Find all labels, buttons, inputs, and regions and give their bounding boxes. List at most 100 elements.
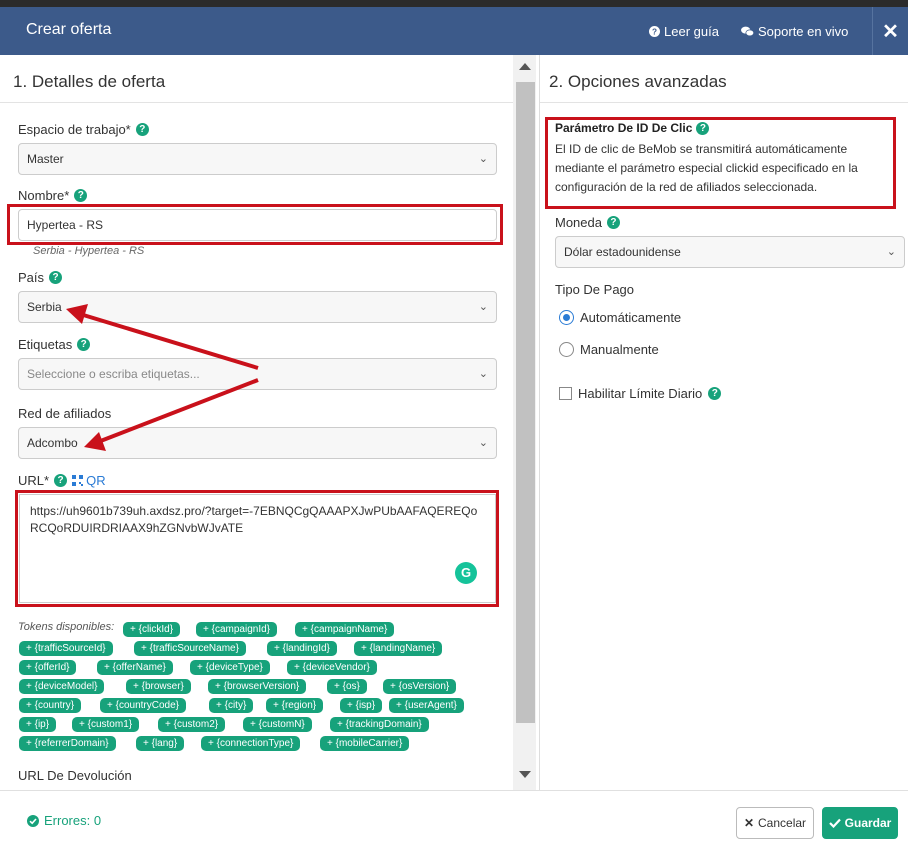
live-support-label: Soporte en vivo (758, 24, 849, 39)
currency-label: Moneda ? (555, 215, 620, 230)
errors-status: Errores: 0 (27, 813, 101, 828)
payment-type-label: Tipo De Pago (555, 282, 635, 297)
currency-label-text: Moneda (555, 215, 602, 230)
token-chip[interactable]: + {trafficSourceId} (19, 641, 113, 656)
token-chip[interactable]: + {userAgent} (389, 698, 464, 713)
token-chip[interactable]: + {city} (209, 698, 254, 713)
name-label-text: Nombre* (18, 188, 70, 203)
token-chip[interactable]: + {campaignName} (295, 622, 395, 637)
token-chip[interactable]: + {custom1} (72, 717, 140, 732)
help-icon[interactable]: ? (54, 474, 68, 487)
token-chip[interactable]: + {campaignId} (196, 622, 277, 637)
left-scrollbar[interactable] (513, 55, 536, 790)
postback-url-label: URL De Devolución (18, 768, 132, 783)
annotation-box-name (7, 204, 503, 245)
token-chip[interactable]: + {deviceVendor} (287, 660, 377, 675)
advanced-options-title: 2. Opciones avanzadas (549, 72, 727, 91)
workspace-select[interactable]: Master ⌄ (18, 143, 497, 175)
token-chip[interactable]: + {browserVersion} (208, 679, 307, 694)
country-label-text: País (18, 270, 45, 285)
country-label: País ? (18, 270, 63, 285)
payment-manual-radio[interactable]: Manualmente (559, 342, 659, 357)
scrollbar-thumb[interactable] (516, 82, 535, 723)
scroll-down-icon[interactable] (519, 771, 531, 778)
tags-placeholder: Seleccione o escriba etiquetas... (27, 367, 200, 381)
qr-link[interactable]: QR (72, 473, 106, 488)
annotation-box-click-param (545, 117, 896, 209)
close-icon: ✕ (882, 20, 899, 43)
network-label: Red de afiliados (18, 406, 111, 421)
url-label: URL* ? QR (18, 473, 106, 488)
token-chip[interactable]: + {os} (327, 679, 367, 694)
help-icon[interactable]: ? (606, 216, 620, 229)
help-icon[interactable]: ? (77, 338, 91, 351)
save-button[interactable]: Guardar (822, 807, 898, 839)
radio-unselected-icon (559, 342, 574, 357)
help-icon[interactable]: ? (49, 271, 63, 284)
name-label: Nombre* ? (18, 188, 88, 203)
errors-text: Errores: 0 (44, 813, 102, 828)
help-icon[interactable]: ? (74, 189, 88, 202)
token-chip[interactable]: + {offerName} (97, 660, 173, 675)
token-chip[interactable]: + {browser} (126, 679, 191, 694)
panel-divider (0, 102, 513, 103)
chat-bubbles-icon (741, 26, 754, 37)
country-select[interactable]: Serbia ⌄ (18, 291, 497, 323)
token-chip[interactable]: + {isp} (340, 698, 383, 713)
token-chip[interactable]: + {country} (19, 698, 82, 713)
token-chip[interactable]: + {referrerDomain} (19, 736, 116, 751)
scroll-up-icon[interactable] (519, 63, 531, 70)
workspace-value: Master (27, 152, 64, 166)
token-chip[interactable]: + {clickId} (123, 622, 181, 637)
checkbox-icon (559, 387, 572, 400)
network-select[interactable]: Adcombo ⌄ (18, 427, 497, 459)
token-chip[interactable]: + {countryCode} (100, 698, 186, 713)
check-icon (828, 818, 841, 828)
chevron-down-icon: ⌄ (478, 153, 488, 165)
token-chip[interactable]: + {landingId} (267, 641, 337, 656)
live-support-link[interactable]: Soporte en vivo (741, 24, 848, 39)
token-chip[interactable]: + {mobileCarrier} (320, 736, 410, 751)
cancel-button[interactable]: ✕ Cancelar (736, 807, 814, 839)
tags-label-text: Etiquetas (18, 337, 73, 352)
help-icon[interactable]: ? (135, 123, 149, 136)
token-chip[interactable]: + {landingName} (354, 641, 443, 656)
token-chip[interactable]: + {custom2} (158, 717, 226, 732)
workspace-label: Espacio de trabajo* ? (18, 122, 149, 137)
payment-auto-radio[interactable]: Automáticamente (559, 310, 681, 325)
country-value: Serbia (27, 300, 62, 314)
qr-label: QR (86, 473, 106, 488)
token-chip[interactable]: + {deviceModel} (19, 679, 105, 694)
offer-details-title: 1. Detalles de oferta (13, 72, 166, 91)
chevron-down-icon: ⌄ (886, 246, 896, 258)
panel-divider (540, 102, 908, 103)
annotation-box-url (15, 490, 499, 607)
read-guide-link[interactable]: ? Leer guía (649, 24, 719, 39)
token-chip[interactable]: + {offerId} (19, 660, 77, 675)
token-chip[interactable]: + {region} (266, 698, 324, 713)
modal-footer: Errores: 0 ✕ Cancelar Guardar (0, 790, 908, 845)
daily-limit-checkbox[interactable]: Habilitar Límite Diario ? (559, 386, 722, 401)
token-chip[interactable]: + {ip} (19, 717, 57, 732)
help-icon[interactable]: ? (708, 387, 722, 400)
tags-select[interactable]: Seleccione o escriba etiquetas... ⌄ (18, 358, 497, 390)
payment-manual-label: Manualmente (580, 342, 659, 357)
token-chip[interactable]: + {osVersion} (383, 679, 457, 694)
token-chip[interactable]: + {trafficSourceName} (134, 641, 246, 656)
svg-text:?: ? (652, 28, 657, 37)
token-chip[interactable]: + {trackingDomain} (330, 717, 429, 732)
network-value: Adcombo (27, 436, 78, 450)
offer-details-panel: 1. Detalles de oferta Espacio de trabajo… (0, 55, 540, 790)
modal-header: Crear oferta ? Leer guía Soporte en vivo… (0, 7, 908, 55)
tags-label: Etiquetas ? (18, 337, 91, 352)
currency-select[interactable]: Dólar estadounidense ⌄ (555, 236, 905, 268)
network-label-text: Red de afiliados (18, 406, 112, 421)
token-chip[interactable]: + {customN} (243, 717, 312, 732)
token-chip[interactable]: + {deviceType} (190, 660, 270, 675)
token-chip[interactable]: + {connectionType} (201, 736, 301, 751)
token-chip[interactable]: + {lang} (136, 736, 185, 751)
cancel-label: Cancelar (758, 816, 807, 830)
workspace-label-text: Espacio de trabajo* (18, 122, 131, 137)
close-icon: ✕ (743, 816, 755, 830)
close-button[interactable]: ✕ (872, 7, 908, 55)
